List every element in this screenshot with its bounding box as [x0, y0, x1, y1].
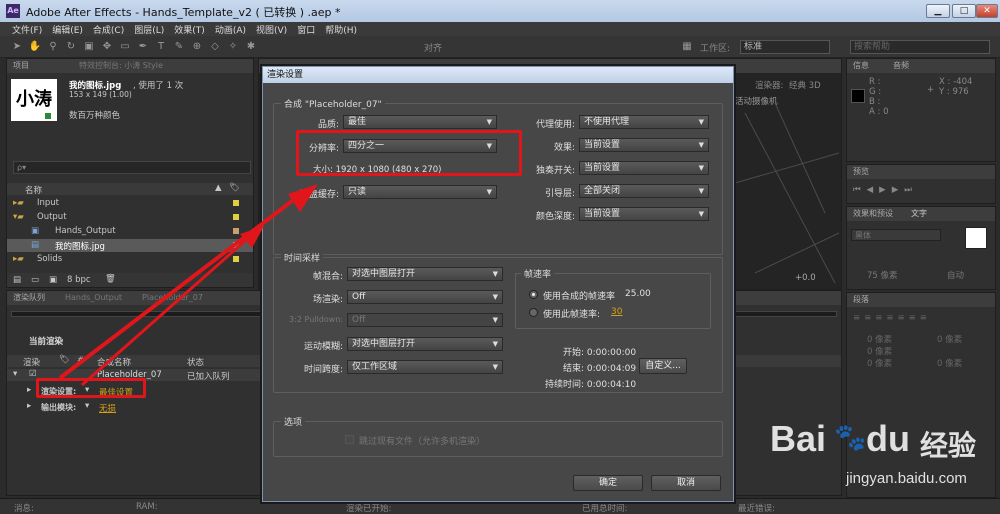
watermark-jingyan: 经验	[920, 430, 977, 461]
watermark-du: du	[866, 418, 910, 459]
watermark-bai: Bai	[770, 418, 827, 459]
paw-icon: 🐾	[834, 422, 867, 452]
watermark-url: jingyan.baidu.com	[846, 470, 967, 487]
baidu-watermark: Bai 🐾 du 经验 jingyan.baidu.com	[770, 418, 996, 498]
